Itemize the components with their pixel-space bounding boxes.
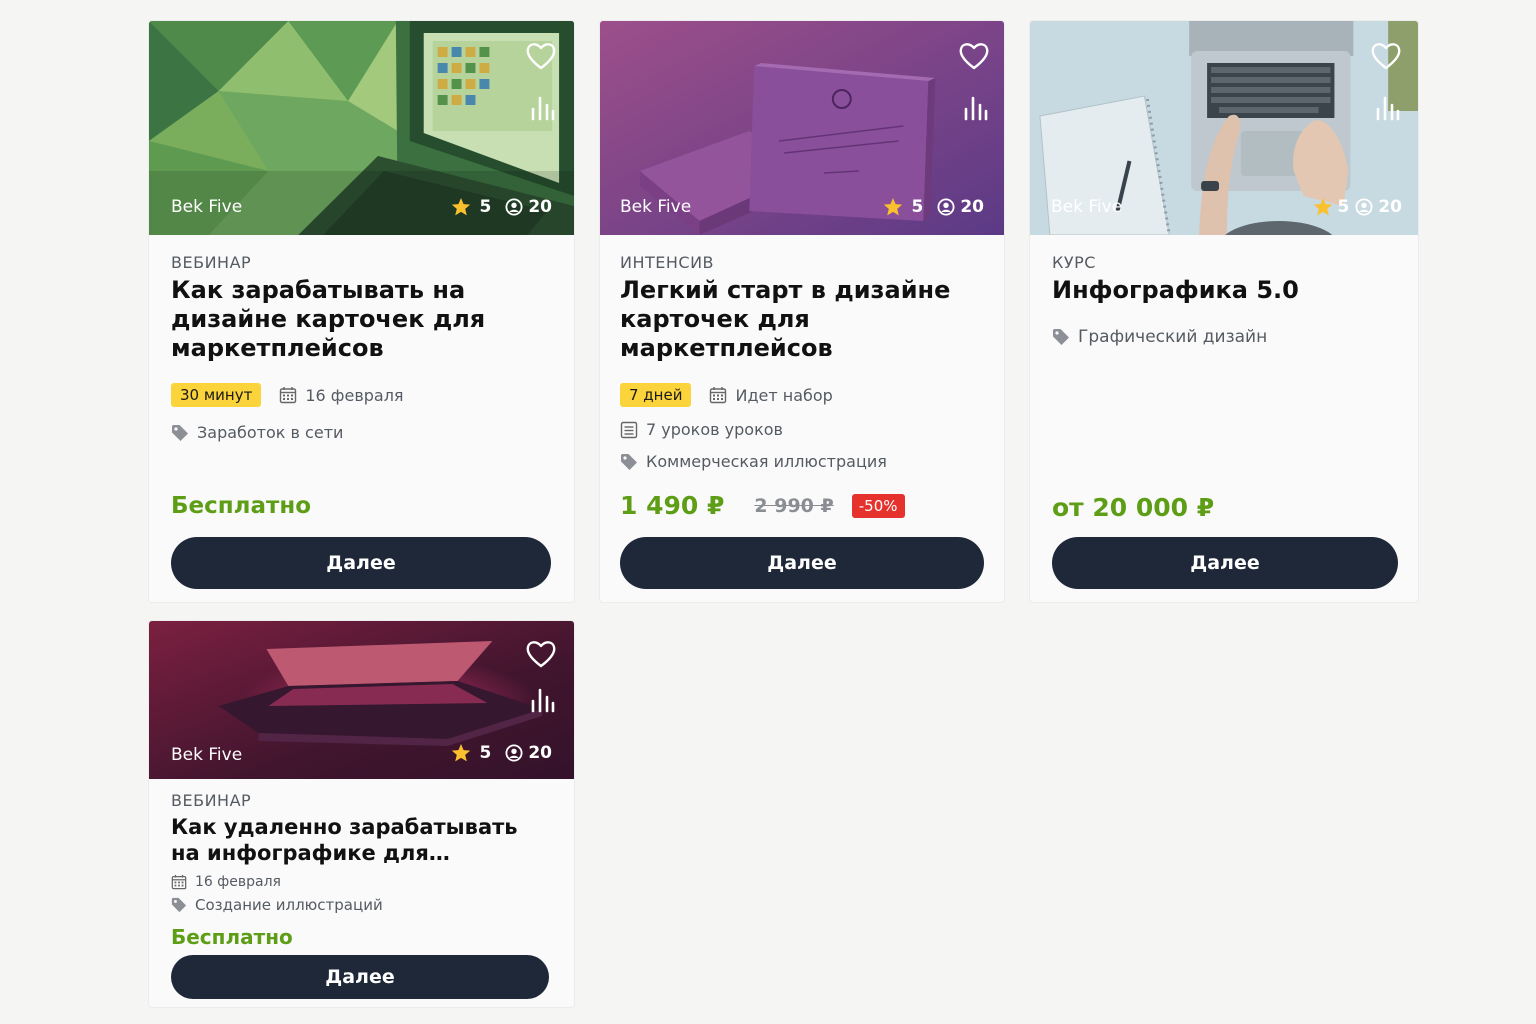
tag-row: Графический дизайн <box>1052 327 1396 347</box>
stats-icon[interactable] <box>962 95 988 121</box>
course-card[interactable]: Bek Five 5 20 ИНТЕНСИВ Легкий старт в ди… <box>599 20 1005 603</box>
author-name: Bek Five <box>171 745 243 765</box>
course-cover-image[interactable]: Bek Five 5 20 <box>1030 21 1418 235</box>
tag-text[interactable]: Коммерческая иллюстрация <box>646 452 887 471</box>
card-body: ИНТЕНСИВ Легкий старт в дизайне карточек… <box>620 253 984 471</box>
star-icon <box>451 197 471 217</box>
course-kind: ВЕБИНАР <box>171 253 252 272</box>
stats-icon[interactable] <box>1374 95 1400 121</box>
course-kind: ВЕБИНАР <box>171 791 252 810</box>
tag-row: Создание иллюстраций <box>171 896 552 914</box>
course-cover-image[interactable]: Bek Five 5 20 <box>149 621 574 779</box>
rating-value: 5 <box>911 197 924 217</box>
tag-icon <box>620 453 638 471</box>
old-price: 2 990 ₽ <box>754 494 834 517</box>
calendar-icon <box>171 874 187 890</box>
price: от 20 000 ₽ <box>1052 493 1215 522</box>
author-name: Bek Five <box>620 197 692 217</box>
card-body: ВЕБИНАР Как зарабатывать на дизайне карт… <box>171 253 552 442</box>
calendar-icon <box>709 386 727 404</box>
tag-row: Заработок в сети <box>171 423 552 442</box>
user-icon <box>1355 198 1373 216</box>
tag-text[interactable]: Заработок в сети <box>197 423 343 442</box>
heart-icon[interactable] <box>525 41 557 71</box>
students-count: 20 <box>528 743 552 763</box>
user-icon <box>505 198 523 216</box>
course-cover-image[interactable]: Bek Five 5 20 <box>149 21 574 235</box>
rating-meta: 5 20 <box>883 197 984 217</box>
course-card[interactable]: Bek Five 5 20 КУРС Инфографика 5.0 Графи… <box>1029 20 1419 603</box>
next-button[interactable]: Далее <box>620 537 984 589</box>
rating-value: 5 <box>1337 197 1350 217</box>
tag-icon <box>171 424 189 442</box>
discount-badge: -50% <box>851 493 905 518</box>
course-cover-image[interactable]: Bek Five 5 20 <box>600 21 1004 235</box>
date-text: 16 февраля <box>305 385 404 405</box>
rating-meta: 5 20 <box>451 197 552 217</box>
price: 1 490 ₽ <box>620 491 725 520</box>
students-count: 20 <box>960 197 984 217</box>
next-button[interactable]: Далее <box>171 537 551 589</box>
price: Бесплатно <box>171 925 293 949</box>
heart-icon[interactable] <box>1370 41 1402 71</box>
list-icon <box>620 421 638 439</box>
user-icon <box>505 744 523 762</box>
heart-icon[interactable] <box>525 639 557 669</box>
tag-icon <box>171 897 187 913</box>
date-text: 16 февраля <box>195 874 281 890</box>
user-icon <box>937 198 955 216</box>
course-kind: КУРС <box>1052 253 1096 272</box>
star-icon <box>1313 197 1333 217</box>
course-title[interactable]: Как зарабатывать на дизайне карточек для… <box>171 276 552 363</box>
price: Бесплатно <box>171 493 312 519</box>
card-body: ВЕБИНАР Как удаленно зарабатывать на инф… <box>171 791 552 914</box>
tag-text[interactable]: Создание иллюстраций <box>195 896 383 914</box>
date-text: Идет набор <box>735 385 833 405</box>
price-row: 1 490 ₽ 2 990 ₽ -50% <box>620 491 905 520</box>
schedule-row: 16 февраля <box>171 874 552 890</box>
heart-icon[interactable] <box>958 41 990 71</box>
course-card[interactable]: Bek Five 5 20 ВЕБИНАР Как удаленно зараб… <box>148 620 575 1008</box>
tag-text[interactable]: Графический дизайн <box>1078 327 1267 347</box>
schedule-row: 30 минут 16 февраля <box>171 383 552 407</box>
stats-icon[interactable] <box>529 95 555 121</box>
stats-icon[interactable] <box>529 687 555 713</box>
card-body: КУРС Инфографика 5.0 Графический дизайн <box>1052 253 1396 347</box>
course-title[interactable]: Инфографика 5.0 <box>1052 276 1396 305</box>
lessons-row: 7 уроков уроков <box>620 420 984 439</box>
calendar-icon <box>279 386 297 404</box>
rating-value: 5 <box>479 743 492 763</box>
course-kind: ИНТЕНСИВ <box>620 253 715 272</box>
tag-row: Коммерческая иллюстрация <box>620 452 984 471</box>
course-card[interactable]: Bek Five 5 20 ВЕБИНАР Как зарабатывать н… <box>148 20 575 603</box>
duration-badge: 30 минут <box>171 383 262 407</box>
star-icon <box>451 743 471 763</box>
students-count: 20 <box>528 197 552 217</box>
author-name: Bek Five <box>1051 197 1123 217</box>
duration-badge: 7 дней <box>620 383 692 407</box>
rating-value: 5 <box>479 197 492 217</box>
course-title[interactable]: Легкий старт в дизайне карточек для марк… <box>620 276 984 363</box>
course-title[interactable]: Как удаленно зарабатывать на инфографике… <box>171 814 531 866</box>
lessons-text: 7 уроков уроков <box>646 420 783 439</box>
next-button[interactable]: Далее <box>1052 537 1398 589</box>
tag-icon <box>1052 328 1070 346</box>
schedule-row: 7 дней Идет набор <box>620 383 984 407</box>
students-count: 20 <box>1378 197 1402 217</box>
author-name: Bek Five <box>171 197 243 217</box>
rating-meta: 5 20 <box>1313 197 1402 217</box>
next-button[interactable]: Далее <box>171 955 549 999</box>
rating-meta: 5 20 <box>451 743 552 763</box>
star-icon <box>883 197 903 217</box>
